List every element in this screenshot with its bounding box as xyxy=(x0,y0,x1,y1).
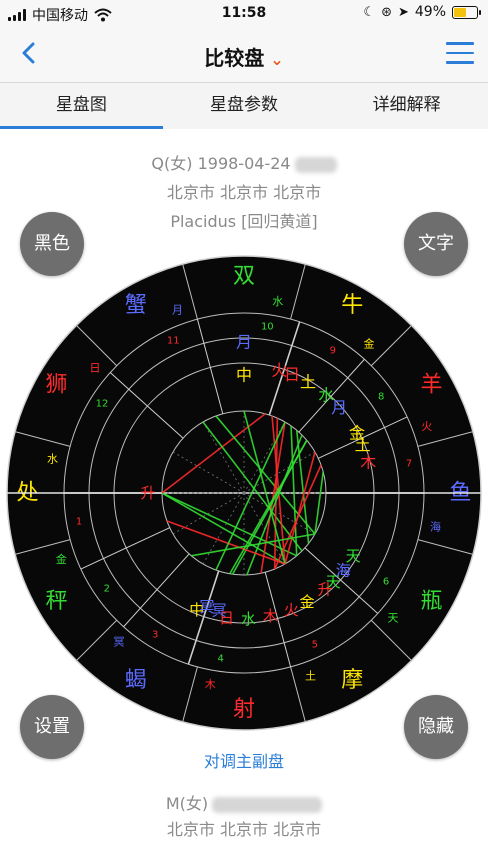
ruler-glyph: 木 xyxy=(205,678,216,691)
swap-charts-link[interactable]: 对调主副盘 xyxy=(0,748,488,772)
house-number: 1 xyxy=(76,517,82,528)
ruler-glyph: 日 xyxy=(90,361,101,374)
house-number: 8 xyxy=(378,391,384,402)
redacted-date xyxy=(212,796,323,813)
planet-glyph: 金 xyxy=(299,593,314,611)
ruler-glyph: 冥 xyxy=(113,635,124,648)
house-number: 11 xyxy=(167,336,180,347)
ruler-glyph: 海 xyxy=(430,519,441,533)
house-number: 4 xyxy=(218,653,224,664)
planet-glyph: 海 xyxy=(336,562,351,580)
ascendant-glyph: 升 xyxy=(140,484,155,502)
chart-info-secondary-location: 北京市 北京市 北京市 xyxy=(166,820,322,839)
planet-glyph: 升 xyxy=(317,581,332,599)
planet-glyph: 月 xyxy=(331,398,347,417)
zodiac-sign-glyph: 双 xyxy=(233,264,255,289)
zodiac-sign-glyph: 摩 xyxy=(341,668,363,693)
zodiac-sign-glyph: 射 xyxy=(233,697,255,722)
house-number: 3 xyxy=(152,630,158,641)
zodiac-sign-glyph: 秤 xyxy=(45,589,67,614)
zodiac-sign-glyph: 狮 xyxy=(45,372,67,397)
zodiac-sign-glyph: 瓶 xyxy=(420,589,442,614)
zodiac-sign-glyph: 蟹 xyxy=(125,293,147,318)
planet-glyph: 冥 xyxy=(199,598,214,616)
planet-glyph: 水 xyxy=(241,610,256,628)
ruler-glyph: 天 xyxy=(387,612,398,625)
ruler-glyph: 水 xyxy=(272,295,283,308)
house-number: 12 xyxy=(96,399,109,410)
ruler-glyph: 金 xyxy=(364,337,375,351)
house-number: 2 xyxy=(104,584,110,595)
house-number: 9 xyxy=(330,345,336,356)
ruler-glyph: 月 xyxy=(172,304,183,317)
house-number: 5 xyxy=(312,639,318,650)
house-number: 10 xyxy=(261,322,274,333)
planet-glyph: 中 xyxy=(236,366,252,385)
zodiac-sign-glyph: 蝎 xyxy=(125,668,147,693)
house-number: 7 xyxy=(406,458,412,469)
text-mode-button[interactable]: 文字 xyxy=(404,212,468,276)
planet-glyph: 火 xyxy=(284,601,299,619)
planet-glyph: 月 xyxy=(236,333,252,352)
zodiac-sign-glyph: 羊 xyxy=(420,372,442,397)
planet-glyph: 木 xyxy=(263,607,278,625)
black-theme-button[interactable]: 黑色 xyxy=(20,212,84,276)
house-number: 6 xyxy=(383,576,389,587)
planet-glyph: 日 xyxy=(284,365,300,384)
planet-glyph: 木 xyxy=(360,453,376,472)
zodiac-sign-glyph: 牛 xyxy=(341,293,363,318)
ruler-glyph: 火 xyxy=(421,420,432,433)
ruler-glyph: 土 xyxy=(305,669,316,682)
ruler-glyph: 水 xyxy=(47,453,58,466)
ruler-glyph: 金 xyxy=(56,552,67,566)
chart-info-secondary-name: M(女) xyxy=(0,790,488,814)
planet-glyph: 土 xyxy=(300,373,316,392)
